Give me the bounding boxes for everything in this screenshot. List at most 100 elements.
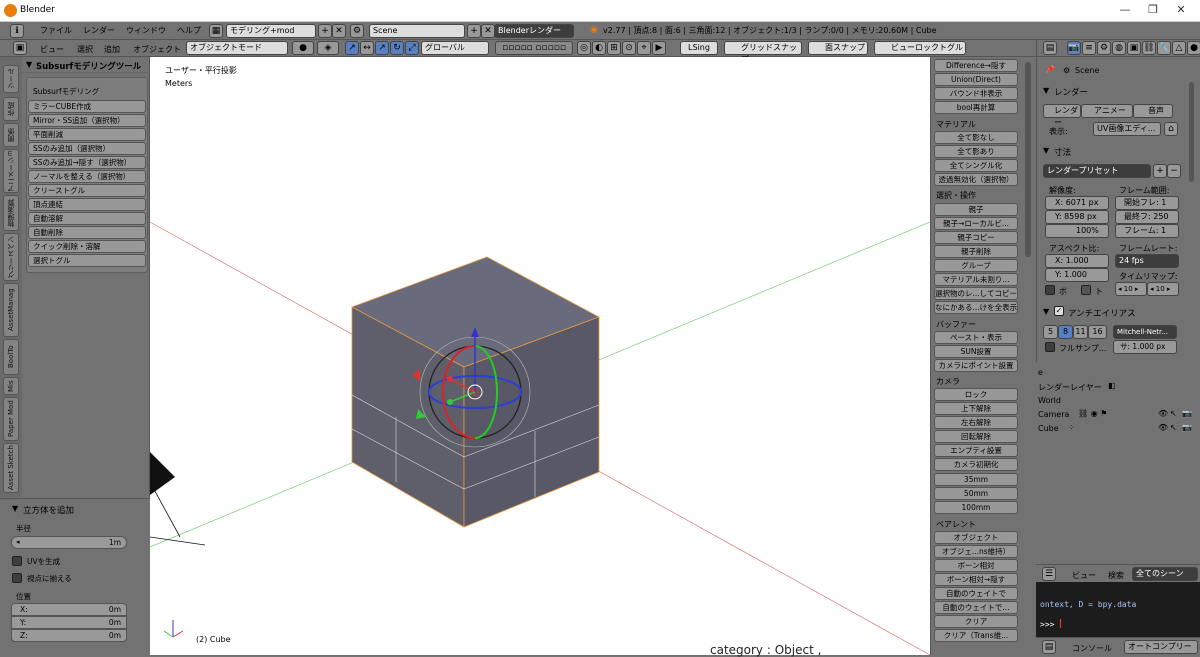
opengl-render-icon[interactable]: ▶ (652, 41, 666, 55)
tab-physics[interactable]: 物理演算 (3, 195, 19, 231)
menu-select[interactable]: 選択 (77, 44, 93, 55)
ss-only-add-button[interactable]: SSのみ追加（選択物） (28, 142, 146, 155)
parent-delete-button[interactable]: 親子削除 (934, 245, 1018, 258)
tab-asset-manager[interactable]: AssetManag (3, 283, 19, 337)
empty-place-button[interactable]: エンプティ設置 (934, 444, 1018, 457)
scene-icon[interactable]: ⚙ (350, 24, 364, 38)
modifiers-context-icon[interactable]: 🔧 (1157, 41, 1171, 55)
camera-reset-button[interactable]: カメラ初期化 (934, 458, 1018, 471)
ss-only-add-hide-button[interactable]: SSのみ追加→隠す（選択物） (28, 156, 146, 169)
collapse-arrow-icon[interactable]: ▼ (1043, 146, 1049, 155)
vertex-connect-button[interactable]: 頂点連結 (28, 198, 146, 211)
scene-select[interactable]: Scene (369, 24, 465, 38)
translate-icon[interactable]: ↔ (360, 41, 374, 55)
menu-render[interactable]: レンダー (83, 25, 115, 36)
copy-selected-button[interactable]: 選択物のレ...してコピー (934, 287, 1018, 300)
outliner-item[interactable]: e (1038, 368, 1043, 377)
visibility-eye-icon[interactable]: 👁 (1158, 423, 1168, 432)
crease-toggle-button[interactable]: クリーストグル (28, 184, 146, 197)
camera-point-button[interactable]: カメラにポイント設置 (934, 359, 1018, 372)
tab-tools[interactable]: ツール (3, 65, 19, 93)
screen-layout-icon[interactable]: ▦ (209, 24, 223, 38)
layers-context-icon[interactable]: ≡ (1082, 41, 1096, 55)
location-z-field[interactable]: Z: 0m (11, 629, 127, 642)
camera-lock-button[interactable]: ロック (934, 388, 1018, 401)
proportional-icon[interactable]: ⊙ (622, 41, 636, 55)
unlock-horizontal-button[interactable]: 左右解除 (934, 416, 1018, 429)
frame-end-field[interactable]: 最終フ: 250 (1115, 210, 1179, 224)
collapse-arrow-icon[interactable]: ▼ (1043, 307, 1049, 316)
difference-hide-button[interactable]: Difference→隠す (934, 59, 1018, 72)
crop-checkbox[interactable] (1081, 285, 1091, 295)
minimize-icon[interactable]: — (1110, 3, 1140, 16)
auto-dissolve-button[interactable]: 自動溶解 (28, 212, 146, 225)
border-checkbox[interactable] (1045, 285, 1055, 295)
menu-search[interactable]: 検索 (1108, 570, 1124, 581)
auto-delete-button[interactable]: 自動削除 (28, 226, 146, 239)
editor-type-icon[interactable]: ℹ (10, 24, 24, 38)
render-context-icon[interactable]: 📷 (1067, 41, 1081, 55)
disable-transparency-button[interactable]: 透過無効化（選択物） (934, 173, 1018, 186)
material-context-icon[interactable]: ● (1187, 41, 1200, 55)
unlock-vertical-button[interactable]: 上下解除 (934, 402, 1018, 415)
align-view-checkbox[interactable] (12, 573, 22, 583)
all-no-shadow-button[interactable]: 全て影なし (934, 131, 1018, 144)
camera-item[interactable]: Camera (1038, 410, 1069, 419)
frame-rate-select[interactable]: 24 fps (1115, 254, 1179, 268)
menu-view[interactable]: ビュー (1072, 570, 1096, 581)
radius-field[interactable]: ◂ 1m (11, 536, 127, 549)
aspect-y-field[interactable]: Y: 1.000 (1045, 268, 1109, 282)
rotate-icon[interactable]: ↻ (390, 41, 404, 55)
scrollbar[interactable] (1025, 62, 1031, 257)
surface-snap-button[interactable]: 面スナップ (808, 41, 868, 55)
add-screen-icon[interactable]: + (318, 24, 332, 38)
editor-type-icon[interactable]: ▤ (1043, 41, 1057, 55)
aa-samples-8[interactable]: 8 (1058, 325, 1073, 339)
resolution-percent-field[interactable]: 100% (1045, 224, 1109, 238)
decrement-arrow-icon[interactable]: ◂ (16, 538, 20, 546)
tab-paper-model[interactable]: Paper Mod (3, 397, 19, 441)
visibility-eye-icon[interactable]: 👁 (1158, 409, 1168, 418)
view-lock-toggle-button[interactable]: ビューロックトグル (874, 41, 966, 55)
show-all-button[interactable]: なにかある...けを全表示 (934, 301, 1018, 314)
layers-grid[interactable]: ▫▫▫▫▫ ▫▫▫▫▫ (495, 41, 573, 55)
autocomplete-button[interactable]: オートコンプリー (1124, 640, 1198, 654)
render-layers-item[interactable]: レンダーレイヤー (1038, 382, 1102, 393)
remove-preset-icon[interactable]: − (1167, 164, 1181, 178)
parent-keep-transform-button[interactable]: オブジェ...ns維持） (934, 545, 1018, 558)
object-context-icon[interactable]: ▣ (1127, 41, 1141, 55)
scene-context-icon[interactable]: ⚙ (1097, 41, 1111, 55)
menu-view[interactable]: ビュー (40, 44, 64, 55)
aa-samples-5[interactable]: 5 (1043, 325, 1058, 339)
editor-type-icon[interactable]: ▣ (13, 41, 27, 55)
editor-type-icon[interactable]: ▤ (1042, 640, 1056, 654)
parent-object-button[interactable]: オブジェクト (934, 531, 1018, 544)
world-item[interactable]: World (1038, 396, 1061, 405)
tab-create[interactable]: 作成 (3, 97, 19, 121)
mirror-ss-add-button[interactable]: Mirror・SS追加（選択物） (28, 114, 146, 127)
display-mode-select[interactable]: 全てのシーン (1132, 567, 1198, 581)
add-preset-icon[interactable]: + (1153, 164, 1167, 178)
cube-item[interactable]: Cube (1038, 424, 1059, 433)
bound-hide-button[interactable]: バウンド非表示 (934, 87, 1018, 100)
shading-icon[interactable]: ● (292, 41, 314, 55)
python-console[interactable]: ontext, D = bpy.data >>> ▤ コンソール オートコンプリ… (1036, 582, 1200, 655)
remap-new-field[interactable]: ◂ 10 ▸ (1147, 282, 1179, 296)
remove-scene-icon[interactable]: ✕ (481, 24, 495, 38)
unlock-rotation-button[interactable]: 回転解除 (934, 430, 1018, 443)
frame-start-field[interactable]: 開始フレ: 1 (1115, 196, 1179, 210)
resolution-x-field[interactable]: X: 6071 px (1045, 196, 1109, 210)
constraints-context-icon[interactable]: ⛓ (1142, 41, 1156, 55)
data-context-icon[interactable]: △ (1172, 41, 1186, 55)
group-button[interactable]: グループ (934, 259, 1018, 272)
add-scene-icon[interactable]: + (467, 24, 481, 38)
select-arrow-icon[interactable]: ↖ (1170, 409, 1177, 418)
manipulator-toggle-icon[interactable]: ↗ (345, 41, 359, 55)
move-icon[interactable]: ↗ (375, 41, 389, 55)
aa-samples-16[interactable]: 16 (1088, 325, 1107, 339)
parent-local-view-button[interactable]: 親子→ローカルビ... (934, 217, 1018, 230)
scale-icon[interactable]: ⤢ (405, 41, 419, 55)
sun-place-button[interactable]: SUN設置 (934, 345, 1018, 358)
mode-select[interactable]: オブジェクトモード (186, 41, 288, 55)
pivot-icon[interactable]: ◈ (317, 41, 339, 55)
